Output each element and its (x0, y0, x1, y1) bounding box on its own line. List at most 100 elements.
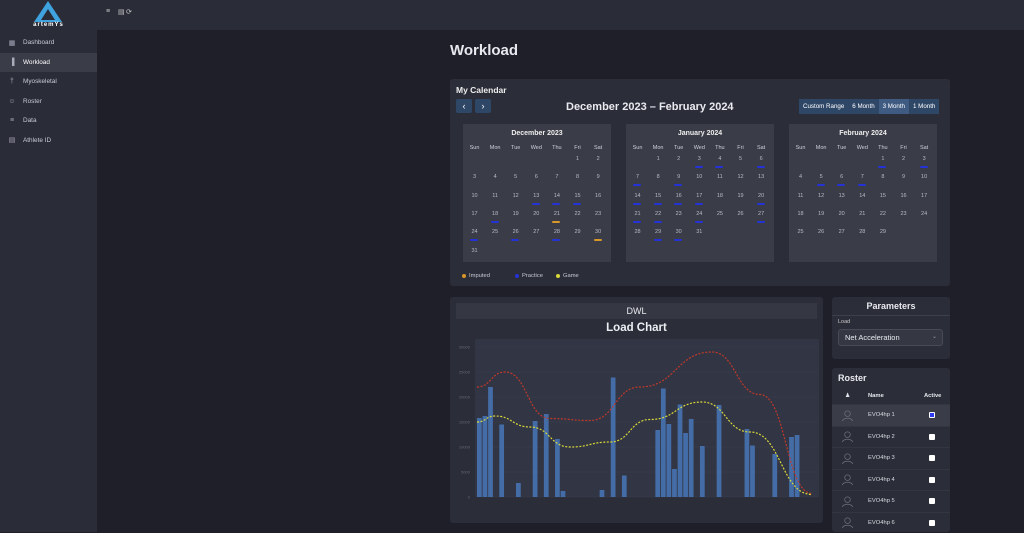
calendar-day[interactable]: 30 (668, 229, 689, 235)
range-button-1-month[interactable]: 1 Month (909, 99, 939, 114)
calendar-day[interactable]: 3 (689, 156, 710, 162)
active-checkbox[interactable] (929, 412, 935, 418)
calendar-day[interactable]: 30 (588, 229, 609, 235)
calendar-day[interactable]: 27 (831, 229, 852, 235)
calendar-day[interactable]: 15 (567, 193, 588, 199)
calendar-day[interactable]: 5 (505, 174, 526, 180)
calendar-day[interactable]: 19 (505, 211, 526, 217)
calendar-day[interactable]: 6 (526, 174, 547, 180)
calendar-day[interactable]: 13 (831, 193, 852, 199)
calendar-day[interactable]: 8 (648, 174, 669, 180)
calendar-day[interactable]: 18 (790, 211, 811, 217)
sidebar-item-data[interactable]: ≡Data (0, 111, 97, 131)
calendar-day[interactable]: 14 (852, 193, 873, 199)
calendar-day[interactable]: 5 (811, 174, 832, 180)
range-button-6-month[interactable]: 6 Month (848, 99, 878, 114)
calendar-day[interactable]: 31 (689, 229, 710, 235)
roster-row[interactable]: EVO4hp 1 (832, 404, 950, 426)
calendar-day[interactable]: 11 (485, 193, 506, 199)
active-checkbox[interactable] (929, 477, 935, 483)
calendar-day[interactable]: 9 (668, 174, 689, 180)
calendar-day[interactable]: 4 (709, 156, 730, 162)
calendar-day[interactable]: 5 (730, 156, 751, 162)
calendar-day[interactable]: 27 (751, 211, 772, 217)
sidebar-item-athlete-id[interactable]: ▤Athlete ID (0, 131, 97, 151)
calendar-day[interactable]: 23 (893, 211, 914, 217)
calendar-day[interactable]: 14 (627, 193, 648, 199)
calendar-day[interactable]: 4 (790, 174, 811, 180)
calendar-day[interactable]: 22 (872, 211, 893, 217)
sidebar-item-myoskeletal[interactable]: †Myoskeletal (0, 72, 97, 92)
calendar-day[interactable]: 7 (627, 174, 648, 180)
calendar-day[interactable]: 9 (588, 174, 609, 180)
calendar-day[interactable]: 12 (505, 193, 526, 199)
calendar-day[interactable]: 23 (668, 211, 689, 217)
calendar-day[interactable]: 22 (648, 211, 669, 217)
calendar-day[interactable]: 13 (526, 193, 547, 199)
calendar-day[interactable]: 16 (588, 193, 609, 199)
calendar-day[interactable]: 28 (852, 229, 873, 235)
calendar-day[interactable]: 19 (730, 193, 751, 199)
next-button[interactable]: › (475, 99, 491, 113)
calendar-day[interactable]: 13 (751, 174, 772, 180)
calendar-day[interactable]: 25 (485, 229, 506, 235)
calendar-day[interactable]: 1 (648, 156, 669, 162)
calendar-day[interactable]: 12 (730, 174, 751, 180)
active-checkbox[interactable] (929, 434, 935, 440)
calendar-day[interactable]: 20 (526, 211, 547, 217)
roster-row[interactable]: EVO4hp 3 (832, 447, 950, 469)
calendar-day[interactable]: 26 (730, 211, 751, 217)
calendar-day[interactable]: 27 (526, 229, 547, 235)
calendar-day[interactable]: 3 (914, 156, 935, 162)
calendar-day[interactable]: 9 (893, 174, 914, 180)
calendar-day[interactable]: 11 (790, 193, 811, 199)
calendar-day[interactable]: 17 (914, 193, 935, 199)
calendar-day[interactable]: 6 (751, 156, 772, 162)
calendar-day[interactable]: 1 (567, 156, 588, 162)
calendar-day[interactable]: 29 (872, 229, 893, 235)
calendar-day[interactable]: 28 (627, 229, 648, 235)
calendar-day[interactable]: 24 (464, 229, 485, 235)
calendar-day[interactable]: 24 (689, 211, 710, 217)
prev-button[interactable]: ‹ (456, 99, 472, 113)
calendar-day[interactable]: 15 (648, 193, 669, 199)
roster-row[interactable]: EVO4hp 5 (832, 490, 950, 512)
sidebar-item-roster[interactable]: ☺Roster (0, 92, 97, 112)
load-select[interactable]: Net Acceleration ⌄ (838, 329, 943, 346)
calendar-day[interactable]: 18 (485, 211, 506, 217)
calendar-day[interactable]: 14 (546, 193, 567, 199)
calendar-day[interactable]: 16 (893, 193, 914, 199)
sidebar-item-workload[interactable]: ▐Workload (0, 53, 97, 73)
refresh-icon[interactable]: ⟳ (126, 8, 132, 16)
calendar-day[interactable]: 24 (914, 211, 935, 217)
calendar-day[interactable]: 25 (790, 229, 811, 235)
calendar-day[interactable]: 28 (546, 229, 567, 235)
roster-row[interactable]: EVO4hp 6 (832, 512, 950, 533)
calendar-day[interactable]: 16 (668, 193, 689, 199)
calendar-day[interactable]: 7 (546, 174, 567, 180)
calendar-day[interactable]: 10 (689, 174, 710, 180)
active-checkbox[interactable] (929, 498, 935, 504)
calendar-day[interactable]: 21 (546, 211, 567, 217)
calendar-day[interactable]: 17 (464, 211, 485, 217)
calendar-day[interactable]: 11 (709, 174, 730, 180)
calendar-day[interactable]: 8 (872, 174, 893, 180)
calendar-day[interactable]: 6 (831, 174, 852, 180)
calendar-day[interactable]: 15 (872, 193, 893, 199)
sidebar-item-dashboard[interactable]: ▦Dashboard (0, 33, 97, 53)
calendar-day[interactable]: 21 (852, 211, 873, 217)
calendar-day[interactable]: 2 (893, 156, 914, 162)
calendar-day[interactable]: 1 (872, 156, 893, 162)
range-button-3-month[interactable]: 3 Month (879, 99, 909, 114)
calendar-day[interactable]: 4 (485, 174, 506, 180)
calendar-day[interactable]: 26 (505, 229, 526, 235)
calendar-day[interactable]: 7 (852, 174, 873, 180)
calendar-day[interactable]: 10 (914, 174, 935, 180)
calendar-day[interactable]: 22 (567, 211, 588, 217)
active-checkbox[interactable] (929, 455, 935, 461)
calendar-day[interactable]: 12 (811, 193, 832, 199)
calendar-day[interactable]: 31 (464, 248, 485, 254)
calendar-day[interactable]: 8 (567, 174, 588, 180)
calendar-day[interactable]: 17 (689, 193, 710, 199)
calendar-day[interactable]: 2 (588, 156, 609, 162)
